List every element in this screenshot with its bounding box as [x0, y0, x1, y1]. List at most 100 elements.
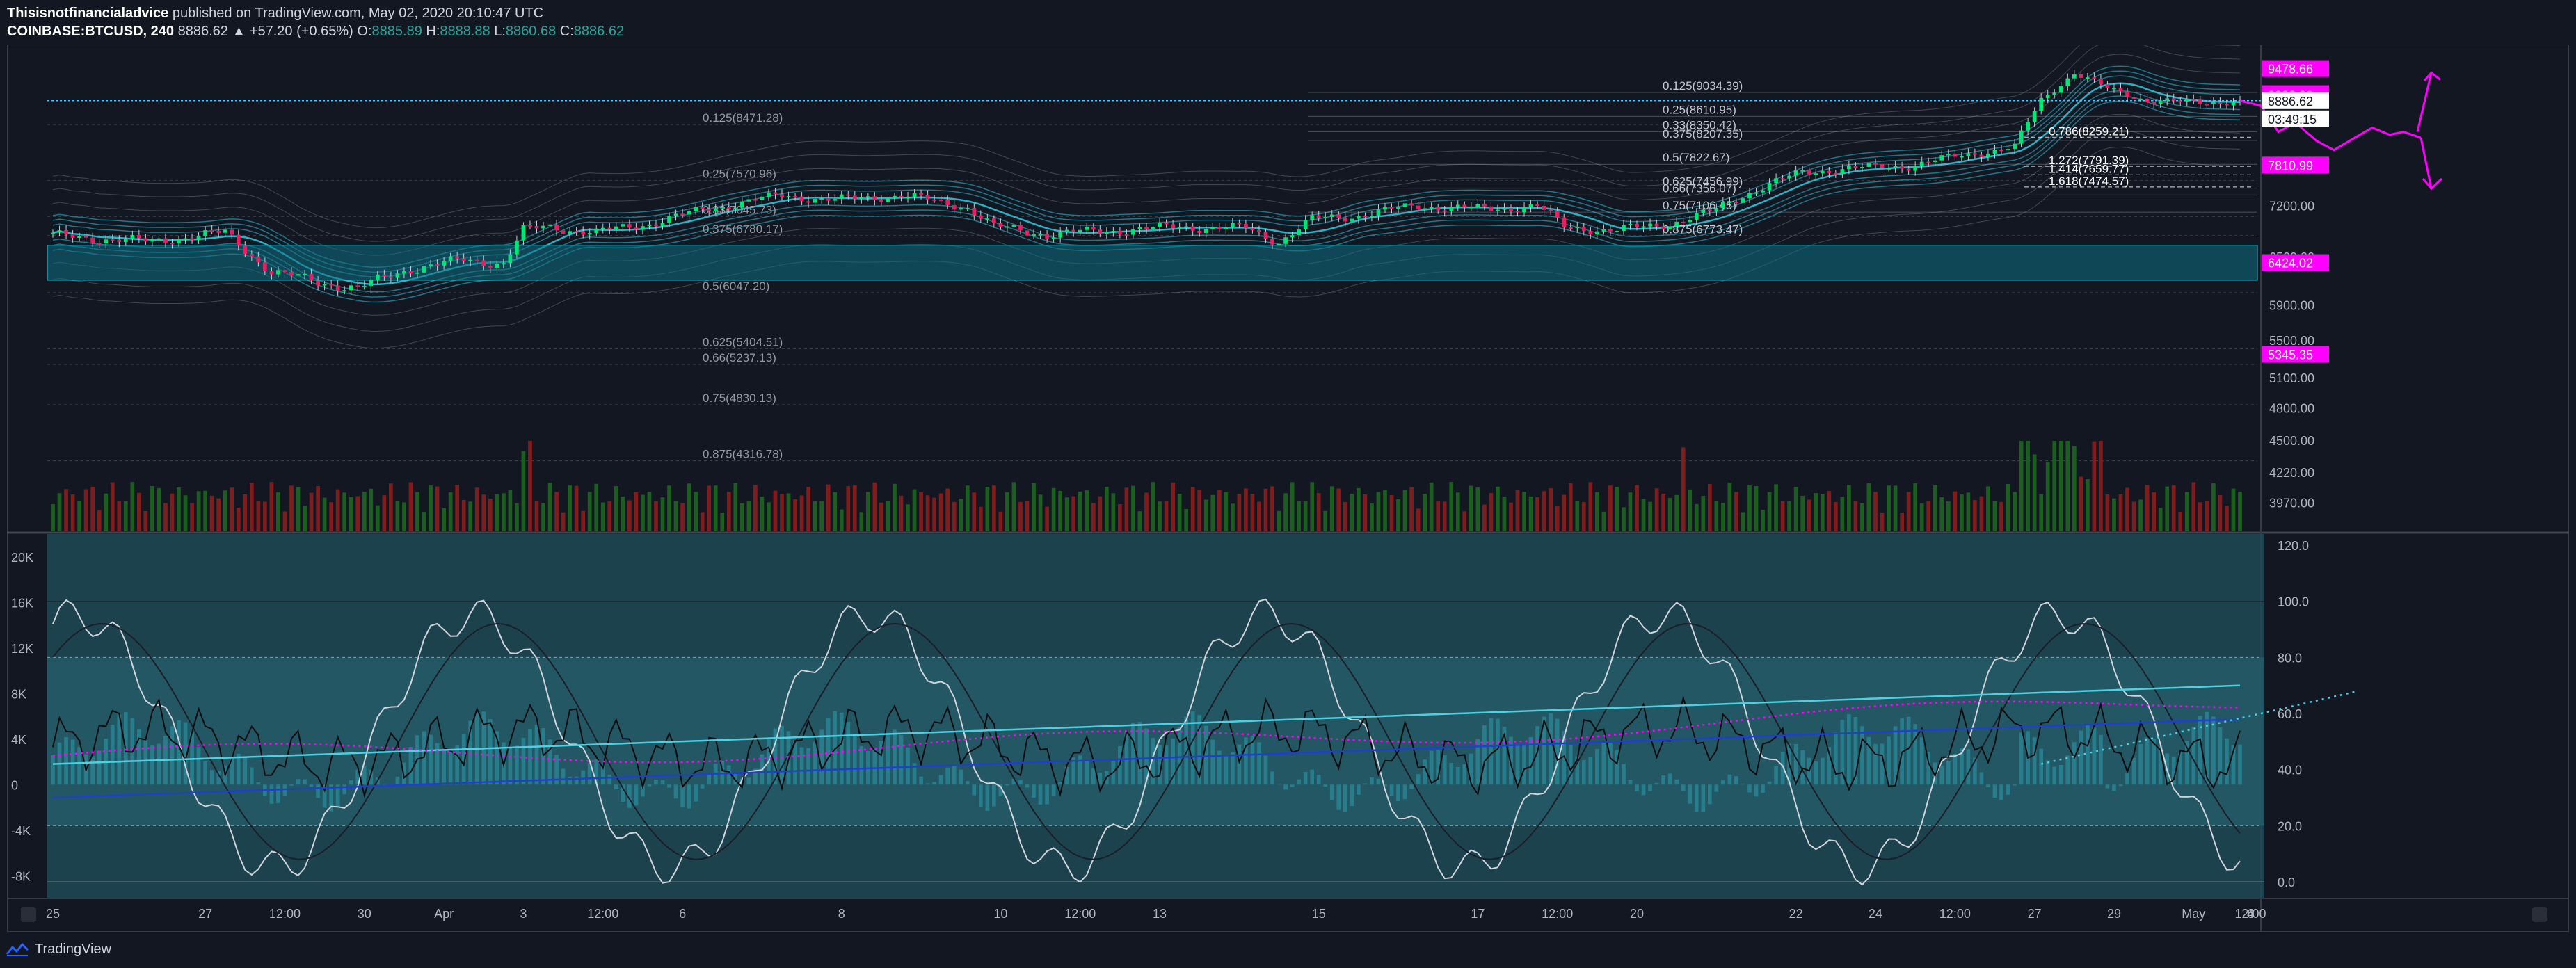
osc-histogram-bar	[1310, 769, 1315, 785]
volume-bar	[1734, 492, 1738, 531]
candle-body	[389, 276, 393, 278]
candle-body	[316, 280, 320, 286]
volume-bar	[249, 483, 254, 531]
volume-bar	[1515, 490, 1520, 531]
candle-body	[70, 234, 75, 238]
price-axis-label: 7200.00	[2269, 200, 2314, 213]
brand-name[interactable]: TradingView	[35, 942, 111, 958]
candle-body	[1131, 229, 1135, 235]
osc-histogram-bar	[700, 784, 705, 789]
candle-body	[919, 193, 923, 195]
fib-left-label: 0.66(5237.13)	[703, 351, 776, 364]
publisher-name[interactable]: Thisisnotfinancialadvice	[7, 6, 168, 21]
candle-body	[819, 197, 824, 200]
volume-bar	[1966, 492, 1971, 531]
candle-body	[1078, 229, 1082, 232]
candle-body	[2178, 100, 2183, 102]
volume-bar	[1423, 494, 1427, 531]
volume-bar	[1661, 494, 1665, 531]
volume-bar	[906, 504, 910, 531]
volume-bar	[282, 511, 287, 531]
chart-svg[interactable]: 0.125(8471.28)0.25(7570.96)0.33(7045.73)…	[7, 45, 2569, 932]
tradingview-logo-icon[interactable]	[6, 942, 29, 957]
close-label: C:	[559, 24, 574, 39]
candle-body	[1429, 207, 1434, 209]
osc-histogram-bar	[1588, 756, 1593, 785]
volume-bar	[1283, 493, 1288, 531]
volume-bar	[581, 510, 586, 531]
volume-bar	[1210, 494, 1215, 531]
candle-body	[90, 237, 95, 243]
volume-bar	[1694, 503, 1699, 531]
candle-body	[236, 234, 241, 246]
volume-bar	[865, 492, 870, 531]
candle-body	[1171, 224, 1175, 229]
volume-bar	[90, 486, 95, 531]
osc-histogram-bar	[906, 747, 910, 785]
osc-histogram-bar	[952, 764, 957, 785]
osc-histogram-bar	[269, 784, 274, 804]
time-axis-label: May	[2182, 907, 2205, 921]
osc-histogram-bar	[1581, 760, 1586, 785]
volume-bar	[415, 492, 419, 531]
candle-body	[1575, 227, 1580, 229]
candle-body	[1475, 203, 1480, 207]
candle-body	[1164, 222, 1169, 225]
volume-bar	[1827, 490, 1832, 531]
candle-body	[1509, 207, 1513, 211]
volume-bar	[899, 495, 904, 531]
volume-bar	[1469, 485, 1473, 531]
osc-histogram-bar	[429, 734, 433, 785]
volume-bar	[660, 497, 665, 531]
symbol-label[interactable]: COINBASE:BTCUSD, 240	[7, 24, 174, 39]
candle-body	[1767, 183, 1772, 191]
candle-body	[1562, 217, 1567, 228]
candle-body	[1966, 153, 1971, 156]
candle-body	[1701, 209, 1706, 213]
candle-body	[739, 201, 744, 208]
volume-bar	[1800, 495, 1805, 531]
volume-bar	[600, 502, 605, 531]
volume-bar	[64, 489, 68, 531]
candle-body	[2065, 78, 2070, 86]
volume-bar	[1774, 484, 1778, 531]
candle-body	[587, 233, 592, 235]
candle-body	[998, 223, 1003, 227]
projection-up-arrow	[2416, 72, 2433, 132]
osc-histogram-bar	[342, 784, 347, 795]
fib-right-label: 0.25(8610.95)	[1663, 103, 1736, 116]
volume-bar	[1058, 491, 1063, 531]
osc-histogram-bar	[1025, 784, 1030, 788]
candle-body	[938, 199, 943, 201]
volume-bar	[481, 494, 486, 531]
close-value: 8886.62	[573, 24, 625, 39]
volume-bar	[680, 503, 685, 531]
osc-histogram-bar	[660, 780, 665, 785]
osc-histogram-bar	[1018, 780, 1023, 785]
candle-body	[925, 195, 930, 200]
volume-bar	[1926, 501, 1931, 531]
osc-histogram-bar	[707, 774, 712, 785]
candle-body	[1542, 205, 1546, 210]
candle-body	[574, 231, 579, 233]
osc-histogram-bar	[846, 721, 851, 785]
volume-bar	[1688, 489, 1693, 531]
candle-body	[57, 230, 62, 233]
candle-body	[2171, 98, 2176, 101]
volume-bar	[1622, 507, 1626, 531]
chart-area[interactable]: 0.125(8471.28) 0.25(7570.96) 0.33(7045.73)…	[7, 45, 2569, 932]
volume-bar	[720, 513, 725, 531]
volume-bar	[1893, 485, 1898, 531]
price-axis-label: 8886.62	[2268, 95, 2313, 108]
volume-bar	[700, 512, 705, 531]
osc-histogram-bar	[309, 784, 314, 787]
volume-bar	[1051, 487, 1056, 531]
volume-bar	[1959, 494, 1964, 531]
volume-bar	[276, 492, 280, 531]
osc-right-axis-label: 80.0	[2278, 651, 2302, 665]
volume-bar	[1164, 501, 1169, 531]
osc-histogram-bar	[2039, 748, 2044, 785]
volume-bar	[726, 492, 731, 531]
volume-bar	[972, 492, 977, 531]
volume-bar	[2092, 441, 2097, 531]
